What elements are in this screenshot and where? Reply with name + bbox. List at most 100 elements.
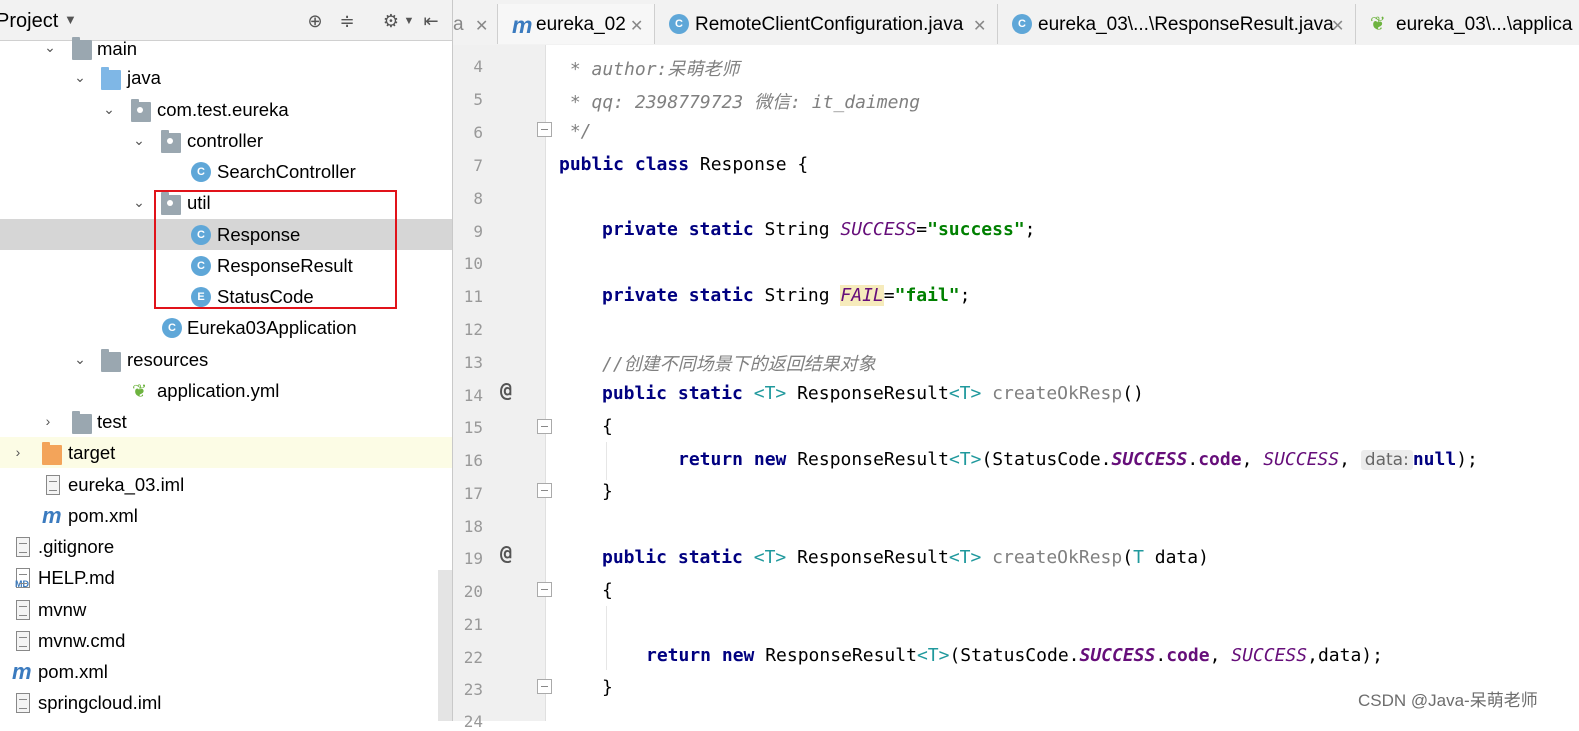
constant: SUCCESS — [1079, 645, 1156, 666]
locate-icon[interactable]: ⊕ — [304, 10, 326, 32]
code-text: = — [883, 285, 895, 306]
fold-icon[interactable] — [537, 122, 552, 137]
implements-marker-icon[interactable]: @ — [500, 541, 512, 565]
tab-response-result[interactable]: C eureka_03\...\ResponseResult.java ✕ — [998, 4, 1356, 44]
tree-item-root-pom-xml[interactable]: m pom.xml — [0, 656, 438, 687]
chevron-right-icon[interactable]: › — [8, 437, 28, 468]
tree-item-java[interactable]: ⌄ java — [0, 62, 438, 93]
line-number: 10 — [463, 254, 483, 273]
tree-item-mvnw-cmd[interactable]: mvnw.cmd — [0, 625, 438, 656]
package-icon — [131, 99, 151, 122]
tab-label: eureka_02 — [536, 14, 626, 35]
collapse-all-icon[interactable]: ≑ — [336, 10, 358, 32]
tree-item-label: application.yml — [157, 380, 280, 401]
tree-item-eureka03-application[interactable]: C Eureka03Application — [0, 312, 438, 343]
tree-item-label: test — [97, 411, 127, 432]
maven-icon: m — [512, 12, 533, 38]
code-line-13: //创建不同场景下的返回结果对象 — [602, 354, 876, 375]
code-line-9: private static String SUCCESS="success"; — [602, 219, 1036, 240]
tab-application-yml[interactable]: ❦ eureka_03\...\applica — [1356, 4, 1579, 44]
keyword: return new — [646, 645, 755, 666]
code-text: String — [753, 285, 841, 306]
chevron-down-icon[interactable]: ⌄ — [70, 62, 90, 93]
tree-item-label: java — [127, 67, 161, 88]
folder-icon — [72, 37, 92, 60]
code-line-11: private static String FAIL="fail"; — [602, 285, 971, 306]
tree-item-controller[interactable]: ⌄ controller — [0, 125, 438, 156]
tree-item-label: mvnw.cmd — [38, 630, 126, 651]
tree-item-target[interactable]: › target — [0, 437, 453, 468]
tree-item-test[interactable]: › test — [0, 406, 438, 437]
chevron-down-icon[interactable]: ⌄ — [40, 32, 60, 63]
tree-item-label: target — [68, 442, 116, 463]
tree-item-label: eureka_03.iml — [68, 474, 185, 495]
tree-item-label: SearchController — [217, 161, 356, 182]
line-number: 20 — [463, 582, 483, 601]
tree-item-label: mvnw — [38, 599, 87, 620]
code-text: String — [753, 219, 841, 240]
iml-file-icon — [46, 475, 60, 495]
code-line-20: { — [602, 580, 613, 601]
project-panel-title[interactable]: Project — [0, 10, 58, 33]
close-icon[interactable]: ✕ — [973, 16, 986, 36]
tree-item-label: pom.xml — [38, 661, 108, 682]
chevron-down-icon[interactable]: ⌄ — [99, 94, 119, 125]
tree-item-mvnw[interactable]: mvnw — [0, 594, 438, 625]
iml-file-icon — [16, 693, 30, 713]
tab-label: RemoteClientConfiguration.java — [695, 14, 964, 35]
line-number: 21 — [463, 615, 483, 634]
chevron-down-icon[interactable]: ▼ — [398, 10, 420, 32]
tab-previous[interactable]: a ✕ — [453, 4, 498, 44]
code-text: = — [916, 219, 928, 240]
scrollbar[interactable] — [438, 570, 452, 721]
close-icon[interactable]: ✕ — [475, 16, 488, 36]
fold-icon[interactable] — [537, 419, 552, 434]
fold-icon[interactable] — [537, 483, 552, 498]
hide-panel-icon[interactable]: ⇤ — [420, 10, 442, 32]
tree-item-main[interactable]: ⌄ main — [0, 32, 438, 63]
fold-icon[interactable] — [537, 679, 552, 694]
implements-marker-icon[interactable]: @ — [500, 378, 512, 402]
tree-item-springcloud-iml[interactable]: springcloud.iml — [0, 687, 438, 718]
code-line-4: * author:呆萌老师 — [559, 59, 740, 80]
code-line-22: return new ResponseResult<T>(StatusCode.… — [646, 645, 1383, 666]
close-icon[interactable]: ✕ — [1331, 16, 1344, 36]
spring-yml-icon: ❦ — [1370, 14, 1386, 35]
tree-item-resources[interactable]: ⌄ resources — [0, 344, 438, 375]
line-number: 19 — [463, 549, 483, 568]
excluded-folder-icon — [42, 442, 62, 465]
tab-eureka-02[interactable]: m eureka_02 ✕ — [498, 4, 655, 44]
tree-item-search-controller[interactable]: C SearchController — [0, 156, 438, 187]
code-text: data) — [1143, 547, 1209, 568]
close-icon[interactable]: ✕ — [630, 16, 643, 36]
tree-item-gitignore[interactable]: .gitignore — [0, 531, 438, 562]
tree-item-help-md[interactable]: MD HELP.md — [0, 562, 438, 593]
tree-item-eureka03-iml[interactable]: eureka_03.iml — [0, 469, 438, 500]
tab-label: eureka_03\...\applica — [1396, 14, 1573, 35]
chevron-down-icon[interactable]: ⌄ — [70, 344, 90, 375]
fold-icon[interactable] — [537, 582, 552, 597]
code-line-14: public static <T> ResponseResult<T> crea… — [602, 383, 1144, 404]
code-line-16: return new ResponseResult<T>(StatusCode.… — [678, 449, 1478, 470]
class-icon: C — [191, 162, 211, 182]
tree-item-com-test-eureka[interactable]: ⌄ com.test.eureka — [0, 94, 438, 125]
tree-item-label: .gitignore — [38, 536, 115, 557]
line-number: 12 — [463, 320, 483, 339]
code-text: (StatusCode. — [949, 645, 1080, 666]
spring-boot-class-icon: C — [162, 318, 182, 338]
tree-item-label: controller — [187, 130, 264, 151]
chevron-right-icon[interactable]: › — [38, 406, 58, 437]
tree-item-label: resources — [127, 349, 209, 370]
tree-item-label: com.test.eureka — [157, 99, 289, 120]
maven-icon: m — [42, 503, 62, 528]
tree-item-application-yml[interactable]: ❦ application.yml — [0, 375, 438, 406]
line-number: 9 — [473, 222, 483, 241]
tab-remote-client-configuration[interactable]: C RemoteClientConfiguration.java ✕ — [655, 4, 998, 44]
constant: SUCCESS — [840, 219, 917, 240]
chevron-down-icon[interactable]: ⌄ — [129, 125, 149, 156]
chevron-down-icon[interactable]: ▼ — [64, 12, 77, 27]
source-folder-icon — [101, 67, 121, 90]
chevron-down-icon[interactable]: ⌄ — [129, 187, 149, 218]
tree-item-pom-xml[interactable]: m pom.xml — [0, 500, 438, 531]
line-number: 18 — [463, 517, 483, 536]
